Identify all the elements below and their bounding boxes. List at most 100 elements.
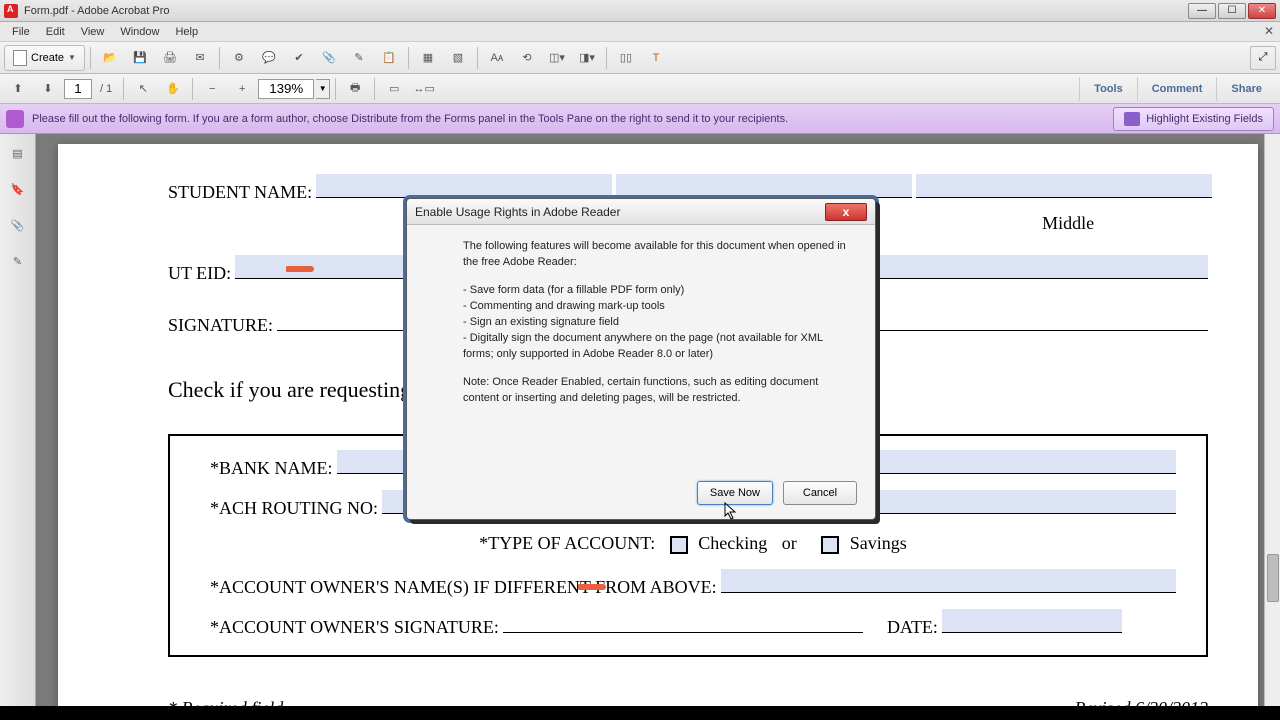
save-button[interactable]: 💾 (126, 45, 154, 71)
highlight-fields-button[interactable]: Highlight Existing Fields (1113, 107, 1274, 131)
field-last-name[interactable] (316, 174, 612, 198)
chevron-down-icon: ▼ (68, 53, 76, 62)
window-titlebar: Form.pdf - Adobe Acrobat Pro — ☐ ✕ (0, 0, 1280, 22)
print-preview-icon[interactable]: 🖶 (341, 76, 369, 102)
menubar-close-icon[interactable]: ✕ (1264, 24, 1274, 38)
expand-toolbar-icon[interactable]: ⤢ (1250, 46, 1276, 70)
label-ut-eid: UT EID: (168, 260, 231, 287)
zoom-out-button[interactable]: − (198, 76, 226, 102)
form-instruction-bar: Please fill out the following form. If y… (0, 104, 1280, 134)
tab-tools[interactable]: Tools (1079, 77, 1137, 101)
pages-panel-icon[interactable]: ▤ (7, 142, 29, 164)
maximize-button[interactable]: ☐ (1218, 3, 1246, 19)
label-signature: SIGNATURE: (168, 312, 273, 339)
zoom-level-input[interactable] (258, 79, 314, 99)
menu-window[interactable]: Window (112, 24, 167, 40)
email-button[interactable]: ✉ (186, 45, 214, 71)
minimize-button[interactable]: — (1188, 3, 1216, 19)
scroll-thumb[interactable] (1267, 554, 1279, 602)
label-ach-routing: *ACH ROUTING NO: (210, 495, 378, 522)
fit-width-icon[interactable]: ↔▭ (410, 76, 438, 102)
create-label: Create (31, 52, 64, 64)
dialog-titlebar: Enable Usage Rights in Adobe Reader x (407, 199, 875, 225)
required-field-note: * Required field (168, 695, 283, 706)
crop-icon[interactable]: ◫▾ (543, 45, 571, 71)
menu-view[interactable]: View (73, 24, 113, 40)
insert-page-icon[interactable]: ▦ (414, 45, 442, 71)
dialog-title: Enable Usage Rights in Adobe Reader (415, 205, 825, 219)
separator (90, 47, 91, 69)
attach-icon[interactable]: 📎 (315, 45, 343, 71)
separator (219, 47, 220, 69)
hand-tool-icon[interactable]: ✋ (159, 76, 187, 102)
nav-sidebar: ▤ 🔖 📎 ✎ (0, 134, 36, 706)
field-middle-name[interactable] (916, 174, 1212, 198)
label-type-of-account: *TYPE OF ACCOUNT: (479, 533, 655, 553)
toolbar-primary: Create ▼ 📂 💾 🖨 ✉ ⚙ 💬 ✔ 📎 ✎ 📋 ▦ ▧ Aᴀ ⟲ ◫▾… (0, 42, 1280, 74)
label-or: or (782, 533, 797, 553)
signatures-panel-icon[interactable]: ✎ (7, 250, 29, 272)
label-date: DATE: (887, 614, 938, 641)
document-icon (13, 50, 27, 66)
field-first-name[interactable] (616, 174, 912, 198)
select-tool-icon[interactable]: ↖ (129, 76, 157, 102)
separator (123, 78, 124, 100)
close-window-button[interactable]: ✕ (1248, 3, 1276, 19)
bookmarks-panel-icon[interactable]: 🔖 (7, 178, 29, 200)
dialog-body: The following features will become avail… (407, 225, 875, 428)
menubar: File Edit View Window Help ✕ (0, 22, 1280, 42)
highlight-fields-label: Highlight Existing Fields (1146, 113, 1263, 125)
dialog-feature-4: Digitally sign the document anywhere on … (463, 331, 851, 363)
create-button[interactable]: Create ▼ (4, 45, 85, 71)
zoom-dropdown-icon[interactable]: ▼ (316, 79, 330, 99)
save-now-button[interactable]: Save Now (697, 481, 773, 505)
sign-icon[interactable]: ✎ (345, 45, 373, 71)
revised-date: Revised 6/20/2012 (1075, 695, 1208, 706)
attachments-panel-icon[interactable]: 📎 (7, 214, 29, 236)
tab-comment[interactable]: Comment (1137, 77, 1217, 101)
label-owner-name: *ACCOUNT OWNER'S NAME(S) IF DIFFERENT FR… (210, 574, 717, 601)
extract-page-icon[interactable]: ▧ (444, 45, 472, 71)
dialog-note-text: Note: Once Reader Enabled, certain funct… (463, 375, 851, 407)
page-number-input[interactable] (64, 79, 92, 99)
window-title: Form.pdf - Adobe Acrobat Pro (24, 5, 1186, 17)
field-owner-name[interactable] (721, 569, 1176, 593)
menu-file[interactable]: File (4, 24, 38, 40)
reading-mode-icon[interactable]: ▯▯ (612, 45, 640, 71)
page-total-label: / 1 (94, 83, 118, 95)
text-edit-icon[interactable]: T (642, 45, 670, 71)
sublabel-middle: Middle (928, 210, 1208, 237)
field-date[interactable] (942, 609, 1122, 633)
split-icon[interactable]: ◨▾ (573, 45, 601, 71)
print-button[interactable]: 🖨 (156, 45, 184, 71)
open-button[interactable]: 📂 (96, 45, 124, 71)
page-down-button[interactable]: ⬇ (34, 76, 62, 102)
cancel-button[interactable]: Cancel (783, 481, 857, 505)
fit-page-icon[interactable]: ▭ (380, 76, 408, 102)
field-owner-signature[interactable] (503, 609, 863, 633)
rotate-icon[interactable]: ⟲ (513, 45, 541, 71)
stamp-icon[interactable]: ✔ (285, 45, 313, 71)
label-owner-signature: *ACCOUNT OWNER'S SIGNATURE: (210, 614, 499, 641)
separator (408, 47, 409, 69)
comment-icon[interactable]: 💬 (255, 45, 283, 71)
menu-edit[interactable]: Edit (38, 24, 73, 40)
clipboard-icon[interactable]: 📋 (375, 45, 403, 71)
text-size-icon[interactable]: Aᴀ (483, 45, 511, 71)
checkbox-checking[interactable] (670, 536, 688, 554)
page-up-button[interactable]: ⬆ (4, 76, 32, 102)
toolbar-secondary: ⬆ ⬇ / 1 ↖ ✋ − + ▼ 🖶 ▭ ↔▭ Tools Comment S… (0, 74, 1280, 104)
zoom-in-button[interactable]: + (228, 76, 256, 102)
checkbox-savings[interactable] (821, 536, 839, 554)
label-checking: Checking (698, 533, 767, 553)
letterbox-bottom (0, 706, 1280, 720)
dialog-close-button[interactable]: x (825, 203, 867, 221)
gear-icon[interactable]: ⚙ (225, 45, 253, 71)
tab-share[interactable]: Share (1216, 77, 1276, 101)
separator (192, 78, 193, 100)
menu-help[interactable]: Help (167, 24, 206, 40)
label-savings: Savings (850, 533, 907, 553)
separator (477, 47, 478, 69)
label-bank-name: *BANK NAME: (210, 455, 333, 482)
vertical-scrollbar[interactable] (1264, 134, 1280, 706)
